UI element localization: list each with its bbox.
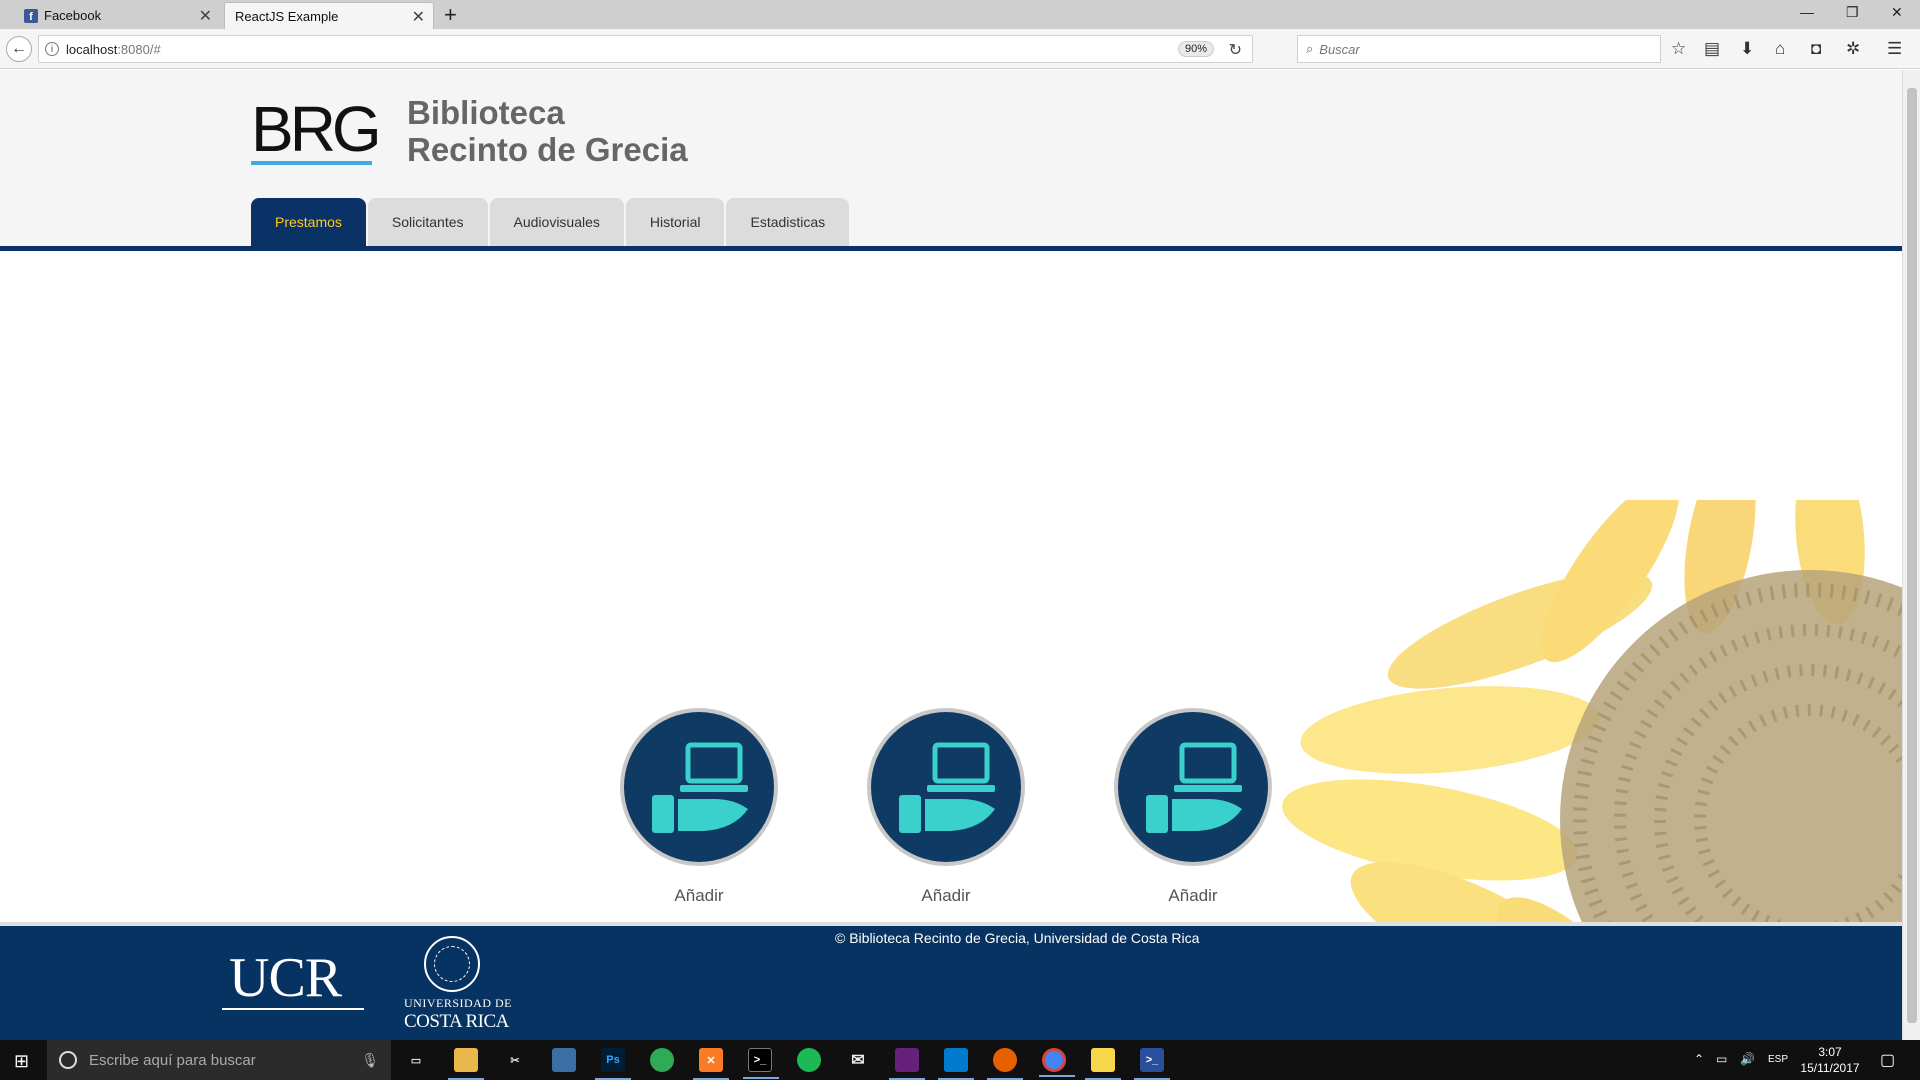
window-close-button[interactable]: ✕ [1891, 4, 1903, 21]
add-action-2[interactable]: Añadir [867, 708, 1025, 906]
ucr-logo-underline [222, 1008, 364, 1010]
add-action-1[interactable]: Añadir [620, 708, 778, 906]
info-icon[interactable]: i [45, 42, 59, 56]
site-title-line2: Recinto de Grecia [407, 131, 688, 168]
scrollbar-thumb[interactable] [1907, 88, 1917, 1023]
laptop-hand-icon [1146, 742, 1242, 833]
site-header: BRG Biblioteca Recinto de Grecia Prestam… [0, 70, 1902, 250]
tray-chevron-icon[interactable]: ⌃ [1694, 1052, 1704, 1066]
site-footer: © Biblioteca Recinto de Grecia, Universi… [0, 922, 1902, 1040]
reload-icon[interactable]: ↻ [1229, 40, 1242, 60]
extension-icon[interactable]: ✲ [1846, 39, 1860, 59]
laptop-hand-icon [899, 742, 995, 833]
powershell-icon[interactable]: >_ [1134, 1048, 1170, 1080]
taskbar-search-placeholder: Escribe aquí para buscar [89, 1051, 256, 1069]
ucr-name-logo[interactable]: UNIVERSIDAD DE COSTA RICA [404, 996, 512, 1033]
browser-tab-reactjs[interactable]: ReactJS Example ✕ [224, 2, 434, 29]
logo-underline [251, 161, 372, 165]
mail-icon[interactable]: ✉ [846, 1048, 870, 1072]
file-explorer-icon[interactable] [448, 1048, 484, 1080]
close-icon[interactable]: ✕ [412, 7, 425, 27]
tab-title: Facebook [44, 8, 102, 23]
notifications-icon[interactable]: ▢ [1880, 1050, 1895, 1070]
tab-title: ReactJS Example [235, 8, 339, 24]
zoom-indicator[interactable]: 90% [1177, 41, 1214, 57]
language-indicator[interactable]: ESP [1768, 1054, 1788, 1065]
reading-list-icon[interactable]: ▤ [1704, 39, 1720, 59]
photoshop-icon[interactable]: Ps [595, 1048, 631, 1080]
tab-solicitantes[interactable]: Solicitantes [367, 198, 488, 246]
tab-audiovisuales[interactable]: Audiovisuales [489, 198, 624, 246]
browser-tab-bar: f Facebook ✕ ReactJS Example ✕ + — ❐ ✕ [0, 0, 1920, 29]
header-divider [0, 246, 1902, 251]
add-action-3[interactable]: Añadir [1114, 708, 1272, 906]
tab-prestamos[interactable]: Prestamos [251, 198, 366, 246]
taskbar-clock[interactable]: 3:07 15/11/2017 [1790, 1044, 1870, 1076]
browser-nav-bar: ← i localhost:8080/# 90% ↻ ⌕ Buscar ☆ ▤ … [0, 29, 1920, 69]
action-label: Añadir [1168, 886, 1218, 905]
ucr-seal-icon [424, 936, 480, 992]
ucr-logo[interactable]: UCR [229, 946, 342, 1010]
bookmark-star-icon[interactable]: ☆ [1671, 39, 1686, 59]
visual-studio-icon[interactable] [889, 1048, 925, 1080]
chrome-icon[interactable] [1039, 1048, 1075, 1077]
restore-button[interactable]: ❐ [1846, 4, 1859, 21]
pocket-icon[interactable]: ◘ [1811, 39, 1821, 59]
back-button[interactable]: ← [6, 36, 32, 62]
url-path: :8080/# [117, 41, 161, 57]
url-bar[interactable]: i localhost:8080/# 90% ↻ [38, 35, 1253, 63]
brg-logo[interactable]: BRG [251, 92, 382, 166]
app-icon[interactable] [650, 1048, 674, 1072]
main-nav-tabs: Prestamos Solicitantes Audiovisuales His… [251, 198, 851, 246]
page-scrollbar[interactable] [1902, 70, 1920, 1040]
windows-start-icon[interactable]: ⊞ [14, 1051, 29, 1072]
site-title: Biblioteca Recinto de Grecia [407, 94, 688, 168]
close-icon[interactable]: ✕ [199, 6, 212, 26]
browser-search-input[interactable]: ⌕ Buscar [1297, 35, 1661, 63]
action-label: Añadir [674, 886, 724, 905]
spotify-icon[interactable] [797, 1048, 821, 1072]
action-circle[interactable] [867, 708, 1025, 866]
windows-taskbar: ⊞ Escribe aquí para buscar 🎙 ▭ ✂ Ps ✕ >_… [0, 1040, 1920, 1080]
search-icon: ⌕ [1306, 41, 1314, 56]
download-icon[interactable]: ⬇ [1740, 39, 1754, 59]
firefox-icon[interactable] [987, 1048, 1023, 1080]
action-circle[interactable] [1114, 708, 1272, 866]
menu-icon[interactable]: ☰ [1887, 39, 1902, 59]
terminal-icon[interactable]: >_ [743, 1048, 779, 1079]
action-circle[interactable] [620, 708, 778, 866]
task-view-icon[interactable]: ▭ [404, 1048, 428, 1072]
sticky-notes-icon[interactable] [1085, 1048, 1121, 1080]
new-tab-button[interactable]: + [444, 2, 457, 28]
network-icon[interactable]: ▭ [1716, 1052, 1727, 1066]
action-label: Añadir [921, 886, 971, 905]
volume-icon[interactable]: 🔊 [1740, 1052, 1755, 1066]
cortana-icon [59, 1051, 77, 1069]
tab-historial[interactable]: Historial [625, 198, 725, 246]
search-placeholder: Buscar [1319, 41, 1360, 57]
clock-date: 15/11/2017 [1800, 1061, 1860, 1075]
facebook-icon: f [24, 8, 38, 23]
app-icon[interactable] [552, 1048, 576, 1072]
xampp-icon[interactable]: ✕ [693, 1048, 729, 1080]
site-title-line1: Biblioteca [407, 94, 565, 131]
clock-time: 3:07 [1818, 1045, 1842, 1059]
ucr-name-line1: UNIVERSIDAD DE [404, 996, 512, 1010]
browser-tab-facebook[interactable]: f Facebook ✕ [14, 2, 220, 29]
app-icon[interactable]: ✂ [503, 1048, 527, 1072]
url-host: localhost [66, 41, 118, 57]
microphone-icon[interactable]: 🎙 [361, 1052, 379, 1069]
copyright-text: © Biblioteca Recinto de Grecia, Universi… [835, 930, 1200, 946]
laptop-hand-icon [652, 742, 748, 833]
minimize-button[interactable]: — [1800, 4, 1814, 20]
ucr-name-line2: COSTA RICA [404, 1011, 509, 1032]
vscode-icon[interactable] [938, 1048, 974, 1080]
page-content: BRG Biblioteca Recinto de Grecia Prestam… [0, 70, 1902, 1040]
tab-estadisticas[interactable]: Estadisticas [726, 198, 850, 246]
home-icon[interactable]: ⌂ [1775, 39, 1785, 59]
taskbar-search-input[interactable]: Escribe aquí para buscar 🎙 [47, 1040, 391, 1080]
